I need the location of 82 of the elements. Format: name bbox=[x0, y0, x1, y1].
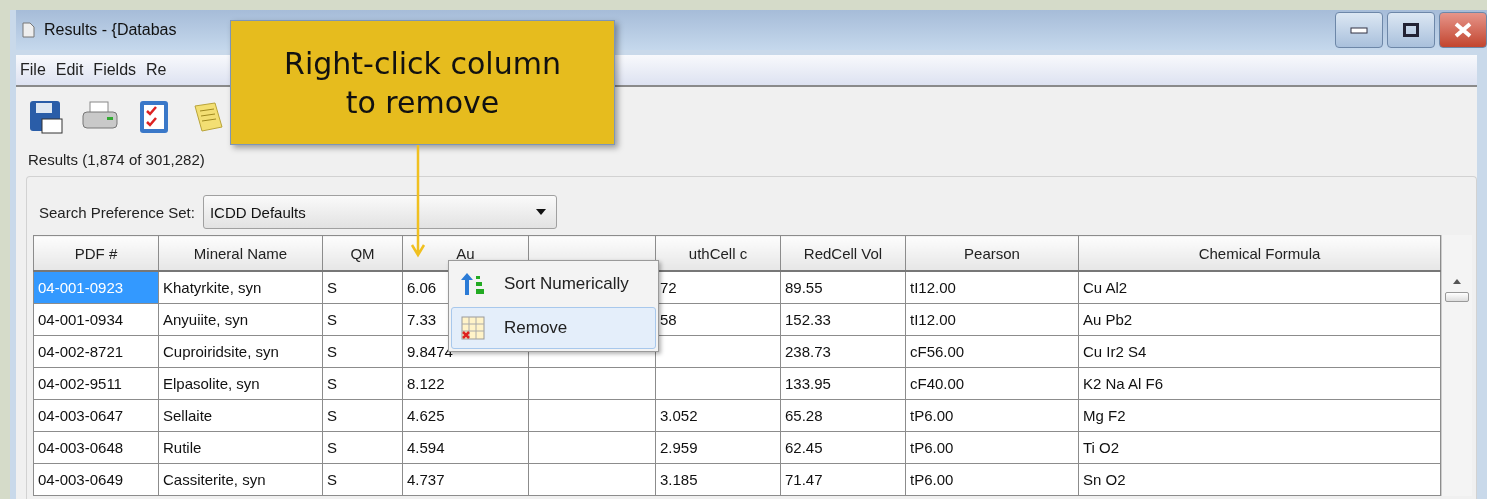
minimize-icon bbox=[1350, 26, 1368, 34]
table-cell: S bbox=[322, 335, 403, 368]
table-cell: S bbox=[322, 463, 403, 496]
maximize-icon bbox=[1403, 23, 1419, 37]
minimize-button[interactable] bbox=[1335, 12, 1383, 48]
field-label: Search Preference Set: bbox=[39, 203, 195, 221]
column-header[interactable]: Mineral Name bbox=[158, 235, 323, 271]
table-cell: Cu Al2 bbox=[1078, 271, 1441, 304]
dropdown-caret-icon bbox=[535, 209, 546, 215]
table-cell: Elpasolite, syn bbox=[158, 367, 323, 400]
column-header[interactable]: PDF # bbox=[33, 235, 159, 271]
table-cell: 2.959 bbox=[655, 431, 781, 464]
context-menu-item[interactable]: Remove bbox=[451, 307, 656, 349]
table-cell: Sn O2 bbox=[1078, 463, 1441, 496]
table-cell: 3.052 bbox=[655, 399, 781, 432]
table-cell: S bbox=[322, 303, 403, 336]
table-cell: cF56.00 bbox=[905, 335, 1079, 368]
table-cell: Mg F2 bbox=[1078, 399, 1441, 432]
column-header[interactable]: RedCell Vol bbox=[780, 235, 906, 271]
table-cell: 04-003-0649 bbox=[33, 463, 159, 496]
table-remove-icon bbox=[460, 315, 486, 341]
notes-icon bbox=[191, 100, 225, 134]
preference-dropdown[interactable]: ICDD Defaults bbox=[202, 195, 557, 229]
table-cell: Cassiterite, syn bbox=[158, 463, 323, 496]
scrollbar[interactable] bbox=[1441, 235, 1472, 496]
table-cell: 62.45 bbox=[780, 431, 906, 464]
table-cell: 71.47 bbox=[780, 463, 906, 496]
table-cell: Sellaite bbox=[158, 399, 323, 432]
column-header[interactable]: uthCell c bbox=[655, 235, 781, 271]
table-cell: tP6.00 bbox=[905, 399, 1079, 432]
table-cell: S bbox=[322, 271, 403, 304]
table-cell: cF40.00 bbox=[905, 367, 1079, 400]
table-cell: 65.28 bbox=[780, 399, 906, 432]
table-cell: 89.55 bbox=[780, 271, 906, 304]
scroll-up-icon bbox=[1453, 279, 1461, 284]
close-button[interactable] bbox=[1439, 12, 1487, 48]
callout-note: Right-click column to remove bbox=[230, 20, 615, 145]
column-header[interactable]: QM bbox=[322, 235, 403, 271]
table-cell: Rutile bbox=[158, 431, 323, 464]
column-header[interactable]: Chemical Formula bbox=[1078, 235, 1441, 271]
table-cell: Cuproiridsite, syn bbox=[158, 335, 323, 368]
close-icon bbox=[1454, 22, 1472, 38]
table-cell: 238.73 bbox=[780, 335, 906, 368]
table-cell: 04-001-0934 bbox=[33, 303, 159, 336]
table-cell: tP6.00 bbox=[905, 463, 1079, 496]
column-header[interactable]: Pearson bbox=[905, 235, 1079, 271]
table-cell: 133.95 bbox=[780, 367, 906, 400]
table-cell: S bbox=[322, 431, 403, 464]
table-cell: K2 Na Al F6 bbox=[1078, 367, 1441, 400]
table-cell: 04-002-9511 bbox=[33, 367, 159, 400]
table-cell: 8.122 bbox=[402, 367, 529, 400]
table-cell: tI12.00 bbox=[905, 303, 1079, 336]
group-title: Results (1,874 of 301,282) bbox=[28, 151, 206, 168]
table-cell: 04-003-0648 bbox=[33, 431, 159, 464]
checklist-icon bbox=[138, 99, 170, 135]
table-cell: Ti O2 bbox=[1078, 431, 1441, 464]
sort-arrow-icon bbox=[460, 271, 486, 297]
scroll-thumb[interactable] bbox=[1445, 292, 1469, 302]
menu-item[interactable]: Fields bbox=[93, 61, 137, 79]
menu-item[interactable]: Edit bbox=[55, 61, 84, 79]
app-icon bbox=[20, 21, 36, 39]
table-cell: tP6.00 bbox=[905, 431, 1079, 464]
table-cell: 4.737 bbox=[402, 463, 529, 496]
table-cell: S bbox=[322, 367, 403, 400]
table-cell: Cu Ir2 S4 bbox=[1078, 335, 1441, 368]
table-cell: Au Pb2 bbox=[1078, 303, 1441, 336]
table-cell: 3.185 bbox=[655, 463, 781, 496]
table-cell: 04-002-8721 bbox=[33, 335, 159, 368]
table-cell: 04-003-0647 bbox=[33, 399, 159, 432]
table-cell: 04-001-0923 bbox=[33, 271, 159, 304]
maximize-button[interactable] bbox=[1387, 12, 1435, 48]
table-cell: 4.625 bbox=[402, 399, 529, 432]
window-title: Results - {Databas bbox=[44, 21, 177, 39]
menu-item[interactable]: Re bbox=[146, 61, 167, 79]
table-cell: 152.33 bbox=[780, 303, 906, 336]
menu-item[interactable]: File bbox=[20, 61, 46, 79]
table-cell: Anyuiite, syn bbox=[158, 303, 323, 336]
table-cell: Khatyrkite, syn bbox=[158, 271, 323, 304]
table-cell: 4.594 bbox=[402, 431, 529, 464]
table-cell: tI12.00 bbox=[905, 271, 1079, 304]
floppy-disk-icon bbox=[28, 99, 64, 135]
table-cell: S bbox=[322, 399, 403, 432]
